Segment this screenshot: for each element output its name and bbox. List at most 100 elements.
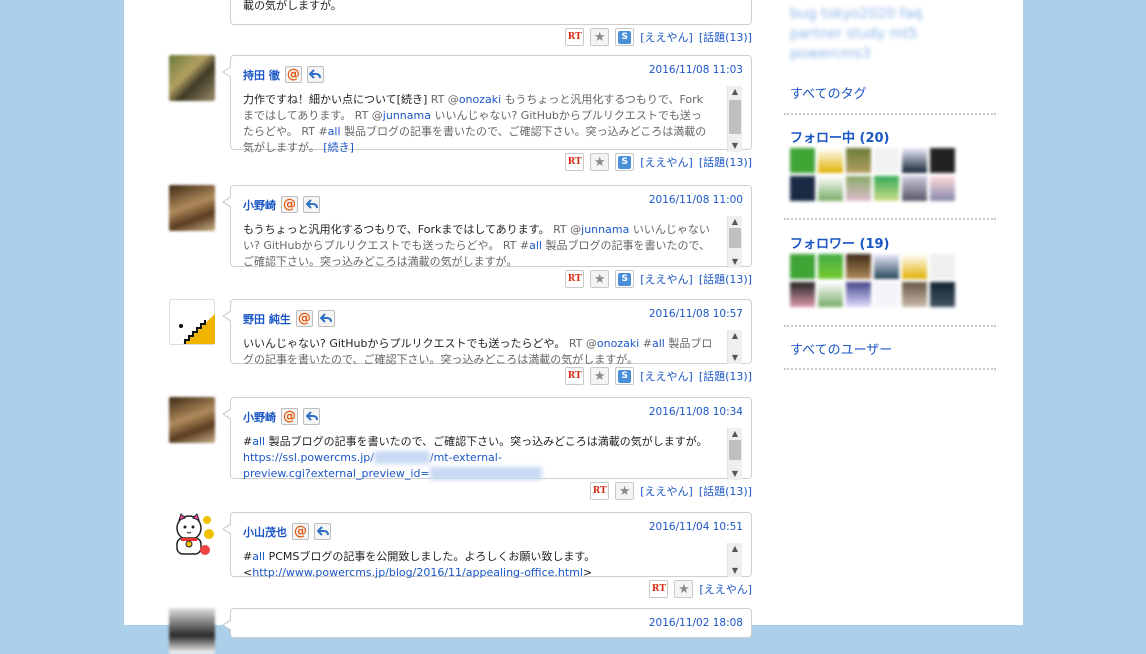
reply-button[interactable] [303, 408, 320, 425]
text-link[interactable]: onozaki [459, 93, 501, 106]
text-link[interactable]: http://www.powercms.jp/blog/2016/11/appe… [252, 566, 583, 579]
follow-avatar[interactable] [818, 176, 843, 201]
scroll-down-arrow-icon[interactable]: ▼ [728, 565, 742, 577]
topic-link[interactable]: [話題(13)] [699, 368, 752, 384]
favorite-button[interactable]: ★ [590, 153, 610, 171]
entry-timestamp[interactable]: 2016/11/04 10:51 [649, 521, 743, 533]
user-avatar[interactable] [169, 185, 215, 231]
topic-link[interactable]: [話題(13)] [699, 271, 752, 287]
follow-avatar[interactable] [930, 148, 955, 173]
follow-avatar[interactable] [790, 148, 815, 173]
reply-button[interactable] [317, 310, 335, 327]
text-link[interactable]: junnama [383, 109, 431, 122]
like-link[interactable]: [ええやん] [640, 368, 693, 384]
share-button[interactable]: S [615, 270, 635, 288]
like-link[interactable]: [ええやん] [640, 271, 693, 287]
text-link[interactable]: preview.cgi?external_preview_id= [243, 467, 430, 480]
follow-avatar[interactable] [846, 148, 871, 173]
follow-avatar[interactable] [902, 176, 927, 201]
followers-heading[interactable]: フォロワー (19) [790, 233, 890, 252]
follow-avatar[interactable] [902, 282, 927, 307]
follow-avatar[interactable] [874, 254, 899, 279]
follow-avatar[interactable] [790, 254, 815, 279]
reply-button[interactable] [314, 523, 331, 540]
scroll-up-arrow-icon[interactable]: ▲ [728, 216, 742, 228]
all-tags-link[interactable]: すべてのタグ [790, 83, 867, 102]
mention-button[interactable]: @ [281, 196, 298, 213]
like-link[interactable]: [ええやん] [640, 154, 693, 170]
entry-timestamp[interactable]: 2016/11/08 11:03 [649, 64, 743, 76]
user-avatar[interactable] [169, 299, 215, 345]
favorite-button[interactable]: ★ [615, 482, 635, 500]
all-users-link[interactable]: すべてのユーザー [790, 339, 892, 358]
follow-avatar[interactable] [930, 254, 955, 279]
follow-avatar[interactable] [846, 254, 871, 279]
follow-avatar[interactable] [902, 254, 927, 279]
entry-timestamp[interactable]: 2016/11/08 11:00 [649, 194, 743, 206]
user-avatar[interactable] [169, 608, 215, 654]
follow-avatar[interactable] [790, 176, 815, 201]
username-link[interactable]: 小野崎 [243, 197, 276, 213]
follow-avatar[interactable] [930, 282, 955, 307]
scroll-down-arrow-icon[interactable]: ▼ [728, 256, 742, 268]
follow-avatar[interactable] [818, 254, 843, 279]
entry-scrollbar[interactable]: ▲ ▼ [727, 428, 742, 480]
scroll-down-arrow-icon[interactable]: ▼ [728, 468, 742, 480]
scroll-down-arrow-icon[interactable]: ▼ [728, 140, 742, 152]
scroll-up-arrow-icon[interactable]: ▲ [728, 330, 742, 342]
text-link[interactable]: all [652, 337, 665, 350]
text-link[interactable]: all [252, 550, 265, 563]
retweet-button[interactable]: RT [565, 28, 585, 46]
entry-timestamp[interactable]: 2016/11/02 18:08 [649, 617, 743, 629]
user-avatar[interactable] [169, 397, 215, 443]
scroll-thumb[interactable] [729, 440, 741, 460]
topic-link[interactable]: [話題(13)] [699, 29, 752, 45]
favorite-button[interactable]: ★ [674, 580, 694, 598]
mention-button[interactable]: @ [295, 310, 313, 327]
retweet-button[interactable]: RT [590, 482, 610, 500]
username-link[interactable]: 野田 純生 [243, 311, 291, 327]
share-button[interactable]: S [615, 28, 635, 46]
scroll-up-arrow-icon[interactable]: ▲ [728, 543, 742, 555]
topic-link[interactable]: [話題(13)] [699, 154, 752, 170]
entry-scrollbar[interactable]: ▲ ▼ [727, 216, 742, 268]
scroll-up-arrow-icon[interactable]: ▲ [728, 86, 742, 98]
follow-avatar[interactable] [874, 148, 899, 173]
scroll-down-arrow-icon[interactable]: ▼ [728, 352, 742, 364]
entry-timestamp[interactable]: 2016/11/08 10:57 [649, 308, 743, 320]
entry-timestamp[interactable]: 2016/11/08 10:34 [649, 406, 743, 418]
text-link[interactable]: onozaki [597, 337, 639, 350]
scroll-thumb[interactable] [729, 100, 741, 134]
favorite-button[interactable]: ★ [590, 28, 610, 46]
share-button[interactable]: S [615, 153, 635, 171]
scroll-thumb[interactable] [729, 228, 741, 248]
retweet-button[interactable]: RT [565, 270, 585, 288]
retweet-button[interactable]: RT [649, 580, 669, 598]
favorite-button[interactable]: ★ [590, 367, 610, 385]
follow-avatar[interactable] [818, 282, 843, 307]
follow-avatar[interactable] [818, 148, 843, 173]
reply-button[interactable] [303, 196, 320, 213]
username-link[interactable]: 小野崎 [243, 409, 276, 425]
entry-scrollbar[interactable]: ▲ ▼ [727, 86, 742, 152]
mention-button[interactable]: @ [281, 408, 298, 425]
retweet-button[interactable]: RT [565, 153, 585, 171]
follow-avatar[interactable] [874, 176, 899, 201]
text-link[interactable]: all [328, 125, 341, 138]
follow-avatar[interactable] [846, 282, 871, 307]
follow-avatar[interactable] [790, 282, 815, 307]
user-avatar[interactable] [169, 512, 215, 558]
topic-link[interactable]: [話題(13)] [699, 483, 752, 499]
like-link[interactable]: [ええやん] [640, 29, 693, 45]
username-link[interactable]: 小山茂也 [243, 524, 287, 540]
follow-avatar[interactable] [930, 176, 955, 201]
text-link[interactable]: https://ssl.powercms.jp/ [243, 451, 374, 464]
user-avatar[interactable] [169, 55, 215, 101]
entry-scrollbar[interactable]: ▲ ▼ [727, 330, 742, 364]
text-link[interactable]: all [529, 239, 542, 252]
entry-scrollbar[interactable]: ▲ ▼ [727, 543, 742, 577]
username-link[interactable]: 持田 徹 [243, 67, 280, 83]
like-link[interactable]: [ええやん] [640, 483, 693, 499]
follow-avatar[interactable] [902, 148, 927, 173]
follow-avatar[interactable] [874, 282, 899, 307]
